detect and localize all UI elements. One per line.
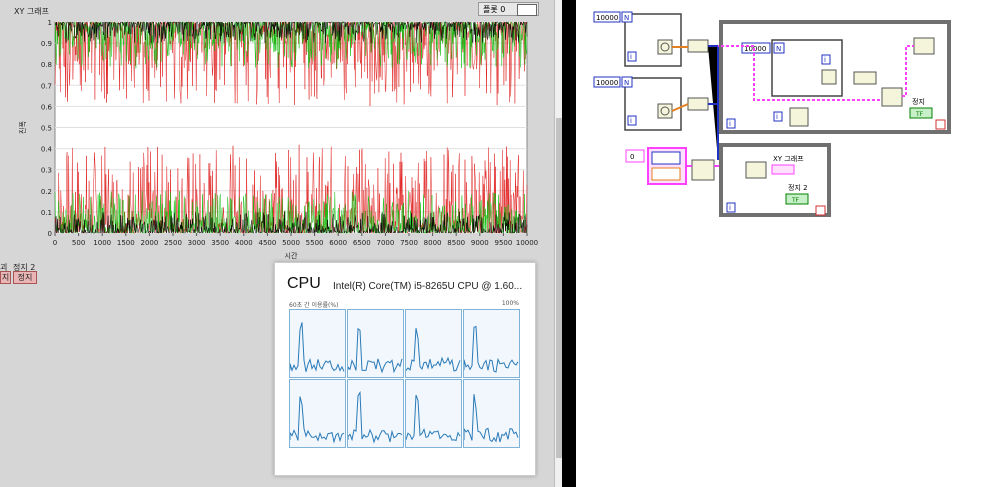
task-manager-window: CPU Intel(R) Core(TM) i5-8265U CPU @ 1.6… — [274, 262, 536, 476]
wait-timer-icon[interactable] — [789, 107, 809, 127]
cpu-core-graph — [289, 379, 346, 448]
cpu-usage-line — [347, 327, 403, 374]
y-tick-label: 0.5 — [41, 125, 52, 133]
cpu-usage-line — [289, 322, 345, 372]
cpu-usage-line — [463, 325, 519, 373]
cpu-core-graph — [347, 309, 404, 378]
utilization-subtitle: 60초 간 이용률(%) — [289, 302, 339, 309]
loop-condition-2[interactable] — [815, 205, 826, 216]
stop-button-2[interactable]: 정지 — [13, 271, 37, 284]
front-panel: XY 그래프 플롯 0 0 0.1 0.2 0.3 0.4 0.5 0.6 0.7 0.8 0.9… — [0, 0, 562, 487]
cpu-core-graph — [463, 379, 520, 448]
stop2-label: 정지 2 — [788, 183, 808, 192]
index-label-2: i — [630, 117, 632, 125]
x-tick-label: 8000 — [424, 239, 442, 247]
n-label-2: N — [624, 79, 629, 87]
x-tick-label: 10000 — [516, 239, 538, 247]
x-tick-label: 500 — [72, 239, 85, 247]
panel-divider — [562, 0, 576, 487]
max-percent-label: 100% — [501, 300, 519, 307]
x-tick-label: 6500 — [353, 239, 371, 247]
x-tick-label: 0 — [53, 239, 57, 247]
build-array-2[interactable] — [687, 97, 709, 111]
stop-button-1[interactable]: 지 — [0, 271, 11, 284]
tf-label-2: TF — [791, 197, 800, 204]
build-array-1[interactable] — [687, 39, 709, 53]
index-label-5: i — [729, 120, 731, 128]
xy-graph-label: XY 그래프 — [773, 154, 804, 163]
x-tick-label: 1000 — [93, 239, 111, 247]
random-number-icon-2[interactable] — [657, 103, 673, 119]
x-tick-label: 2000 — [140, 239, 158, 247]
cpu-core-graph — [405, 379, 462, 448]
y-tick-label: 0.9 — [41, 40, 52, 48]
xy-graph-terminal-1[interactable] — [913, 37, 935, 55]
random-number-icon-3[interactable] — [821, 69, 837, 85]
x-tick-label: 4000 — [235, 239, 253, 247]
cpu-usage-line — [463, 394, 519, 443]
x-tick-label: 7000 — [376, 239, 394, 247]
loop-count-2: 10000 — [596, 79, 618, 87]
cpu-title: CPU — [287, 275, 321, 292]
y-axis-label: 진폭 — [18, 121, 27, 134]
x-tick-label: 1500 — [117, 239, 135, 247]
x-tick-label: 6000 — [329, 239, 347, 247]
tf-label-1: TF — [915, 111, 924, 118]
x-tick-label: 5500 — [306, 239, 324, 247]
x-tick-label: 5000 — [282, 239, 300, 247]
zero-constant-label: 0 — [630, 153, 634, 161]
random-number-icon[interactable] — [657, 39, 673, 55]
y-tick-label: 0 — [48, 230, 52, 238]
y-tick-label: 0.1 — [41, 209, 52, 217]
cpu-core-graph — [347, 379, 404, 448]
x-tick-label: 9000 — [471, 239, 489, 247]
cpu-core-graph — [405, 309, 462, 378]
index-array-2d[interactable] — [881, 87, 903, 107]
y-tick-label: 1 — [48, 19, 52, 27]
cpu-usage-line — [347, 390, 403, 444]
x-tick-label: 9500 — [494, 239, 512, 247]
x-tick-label: 3500 — [211, 239, 229, 247]
stop-label: 정지 — [912, 97, 925, 106]
x-tick-label: 2500 — [164, 239, 182, 247]
cpu-usage-line — [405, 394, 461, 442]
loop-count-1: 10000 — [596, 14, 618, 22]
xy-graph[interactable]: 0 0.1 0.2 0.3 0.4 0.5 0.6 0.7 0.8 0.9 1 0 500 1000 150… — [10, 14, 547, 262]
loop-condition-1[interactable] — [935, 119, 946, 130]
y-tick-label: 0.2 — [41, 188, 52, 196]
cpu-usage-line — [289, 396, 345, 444]
build-array-3[interactable] — [853, 71, 877, 85]
cpu-name: Intel(R) Core(TM) i5-8265U CPU @ 1.60... — [333, 281, 523, 292]
y-tick-label: 0.4 — [41, 146, 53, 154]
bundle-node[interactable] — [691, 159, 715, 181]
n-label-1: N — [624, 14, 629, 22]
y-tick-label: 0.8 — [41, 61, 52, 69]
cpu-core-graph — [463, 309, 520, 378]
index-label-3: i — [824, 56, 826, 64]
x-tick-label: 7500 — [400, 239, 418, 247]
xy-graph-indicator[interactable] — [771, 164, 795, 175]
zero-constant[interactable] — [625, 149, 645, 163]
x-axis-label: 시간 — [285, 251, 298, 260]
index-label-6: i — [729, 204, 731, 212]
block-diagram: 10000 N i 10000 N i 10000 N i i 정지 TF i … — [576, 0, 999, 487]
cpu-core-graph — [289, 309, 346, 378]
y-tick-label: 0.3 — [41, 167, 52, 175]
xy-graph-terminal-2[interactable] — [745, 161, 767, 179]
x-tick-label: 3000 — [188, 239, 206, 247]
n-label-3: N — [776, 45, 781, 53]
index-label-4: i — [776, 113, 778, 121]
y-tick-label: 0.7 — [41, 82, 52, 90]
x-tick-label: 8500 — [447, 239, 465, 247]
y-tick-label: 0.6 — [41, 103, 53, 111]
index-label-1: i — [630, 53, 632, 61]
x-tick-label: 4500 — [258, 239, 276, 247]
cpu-usage-line — [405, 328, 461, 372]
